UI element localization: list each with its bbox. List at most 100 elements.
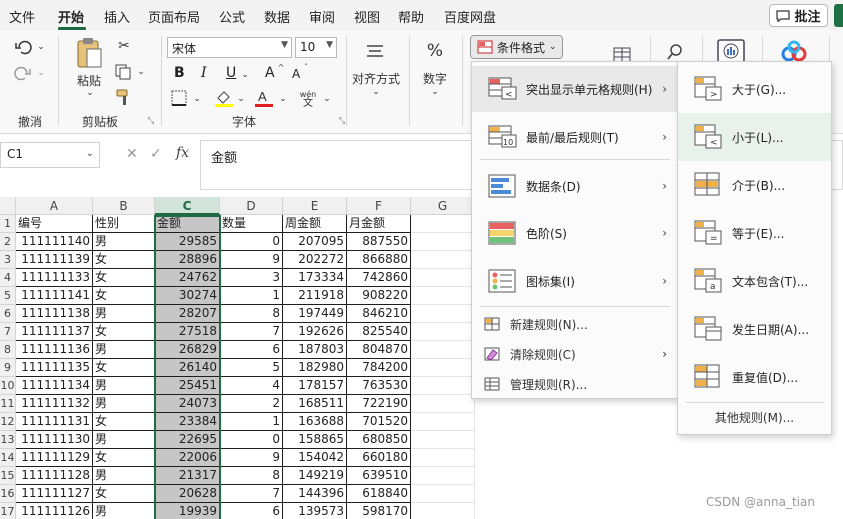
- row-header[interactable]: 5: [0, 287, 16, 305]
- table-cell[interactable]: 111111138: [16, 305, 93, 323]
- select-all-corner[interactable]: [0, 197, 16, 215]
- enter-icon[interactable]: ✓: [150, 146, 162, 162]
- tab-data[interactable]: 数据: [264, 7, 290, 26]
- empty-cell[interactable]: [411, 467, 475, 485]
- row-header[interactable]: 9: [0, 359, 16, 377]
- format-painter-icon[interactable]: [114, 88, 134, 106]
- table-cell[interactable]: 111111137: [16, 323, 93, 341]
- empty-cell[interactable]: [411, 269, 475, 287]
- row-header[interactable]: 11: [0, 395, 16, 413]
- table-cell[interactable]: 22006: [155, 449, 220, 467]
- menu-item-data-bars[interactable]: 数据条(D) ›: [472, 163, 677, 209]
- empty-cell[interactable]: [411, 233, 475, 251]
- table-cell[interactable]: 男: [93, 503, 155, 519]
- row-header[interactable]: 13: [0, 431, 16, 449]
- row-header[interactable]: 12: [0, 413, 16, 431]
- percent-icon[interactable]: %: [424, 40, 446, 62]
- empty-cell[interactable]: [411, 485, 475, 503]
- submenu-item-date-occurring[interactable]: 发生日期(A)...: [678, 305, 831, 353]
- row-header[interactable]: 16: [0, 485, 16, 503]
- font-color-dropdown-icon[interactable]: ⌄: [278, 94, 288, 104]
- table-cell[interactable]: 女: [93, 269, 155, 287]
- copy-dropdown-icon[interactable]: ⌄: [136, 66, 146, 78]
- undo-icon[interactable]: [12, 38, 34, 56]
- table-cell[interactable]: 男: [93, 341, 155, 359]
- table-cell[interactable]: 111111136: [16, 341, 93, 359]
- row-header[interactable]: 15: [0, 467, 16, 485]
- table-cell[interactable]: 9: [220, 251, 283, 269]
- menu-item-icon-sets[interactable]: 图标集(I) ›: [472, 258, 677, 304]
- table-cell[interactable]: 25451: [155, 377, 220, 395]
- menu-item-new-rule[interactable]: 新建规则(N)...: [472, 309, 677, 339]
- table-cell[interactable]: 111111141: [16, 287, 93, 305]
- table-cell[interactable]: 163688: [283, 413, 347, 431]
- fill-color-dropdown-icon[interactable]: ⌄: [236, 94, 246, 104]
- paste-button-label[interactable]: 粘贴: [74, 73, 104, 88]
- header-cell[interactable]: 编号: [16, 215, 93, 233]
- row-header[interactable]: 10: [0, 377, 16, 395]
- table-cell[interactable]: 1: [220, 287, 283, 305]
- table-cell[interactable]: 9: [220, 449, 283, 467]
- submenu-item-text-contains[interactable]: a 文本包含(T)...: [678, 257, 831, 305]
- table-cell[interactable]: 男: [93, 395, 155, 413]
- submenu-item-greater-than[interactable]: > 大于(G)...: [678, 65, 831, 113]
- table-cell[interactable]: 111111126: [16, 503, 93, 519]
- empty-cell[interactable]: [411, 341, 475, 359]
- table-cell[interactable]: 742860: [347, 269, 411, 287]
- find-icon[interactable]: [665, 42, 685, 62]
- table-cell[interactable]: 187803: [283, 341, 347, 359]
- paste-dropdown-icon[interactable]: ⌄: [84, 88, 96, 98]
- table-cell[interactable]: 149219: [283, 467, 347, 485]
- empty-cell[interactable]: [411, 305, 475, 323]
- table-cell[interactable]: 7: [220, 485, 283, 503]
- empty-cell[interactable]: [411, 323, 475, 341]
- table-cell[interactable]: 0: [220, 431, 283, 449]
- table-cell[interactable]: 女: [93, 251, 155, 269]
- table-cell[interactable]: 111111140: [16, 233, 93, 251]
- menu-item-clear-rules[interactable]: 清除规则(C) ›: [472, 339, 677, 369]
- shrink-font-button[interactable]: A: [292, 67, 300, 81]
- table-cell[interactable]: 111111139: [16, 251, 93, 269]
- font-name-select[interactable]: 宋体 ▼: [167, 37, 292, 58]
- table-cell[interactable]: 27518: [155, 323, 220, 341]
- table-cell[interactable]: 111111132: [16, 395, 93, 413]
- table-cell[interactable]: 5: [220, 359, 283, 377]
- table-cell[interactable]: 1: [220, 413, 283, 431]
- table-cell[interactable]: 866880: [347, 251, 411, 269]
- table-cell[interactable]: 女: [93, 323, 155, 341]
- table-cell[interactable]: 28896: [155, 251, 220, 269]
- table-cell[interactable]: 111111134: [16, 377, 93, 395]
- table-cell[interactable]: 154042: [283, 449, 347, 467]
- table-cell[interactable]: 784200: [347, 359, 411, 377]
- submenu-item-equal-to[interactable]: = 等于(E)...: [678, 209, 831, 257]
- header-cell[interactable]: 金额: [155, 215, 220, 233]
- table-cell[interactable]: 804870: [347, 341, 411, 359]
- table-cell[interactable]: 598170: [347, 503, 411, 519]
- table-cell[interactable]: 111111130: [16, 431, 93, 449]
- table-cell[interactable]: 182980: [283, 359, 347, 377]
- table-cell[interactable]: 男: [93, 233, 155, 251]
- alignment-dropdown-icon[interactable]: ⌄: [371, 86, 381, 98]
- empty-cell[interactable]: [411, 359, 475, 377]
- header-cell[interactable]: 周金额: [283, 215, 347, 233]
- row-header[interactable]: 17: [0, 503, 16, 519]
- alignment-button-label[interactable]: 对齐方式: [348, 70, 404, 86]
- table-cell[interactable]: 722190: [347, 395, 411, 413]
- table-cell[interactable]: 211918: [283, 287, 347, 305]
- empty-cell[interactable]: [411, 431, 475, 449]
- redo-icon[interactable]: [12, 64, 34, 82]
- table-cell[interactable]: 639510: [347, 467, 411, 485]
- table-cell[interactable]: 0: [220, 233, 283, 251]
- column-header-a[interactable]: A: [16, 197, 93, 215]
- tab-help[interactable]: 帮助: [398, 7, 424, 26]
- submenu-item-more-rules[interactable]: 其他规则(M)...: [678, 402, 831, 432]
- table-cell[interactable]: 19939: [155, 503, 220, 519]
- table-cell[interactable]: 23384: [155, 413, 220, 431]
- table-cell[interactable]: 763530: [347, 377, 411, 395]
- conditional-format-button[interactable]: 条件格式 ⌄: [470, 35, 563, 59]
- tab-view[interactable]: 视图: [354, 7, 380, 26]
- table-cell[interactable]: 111111133: [16, 269, 93, 287]
- table-cell[interactable]: 26829: [155, 341, 220, 359]
- menu-item-highlight-cells-rules[interactable]: < 突出显示单元格规则(H) ›: [472, 66, 677, 112]
- header-cell[interactable]: 性别: [93, 215, 155, 233]
